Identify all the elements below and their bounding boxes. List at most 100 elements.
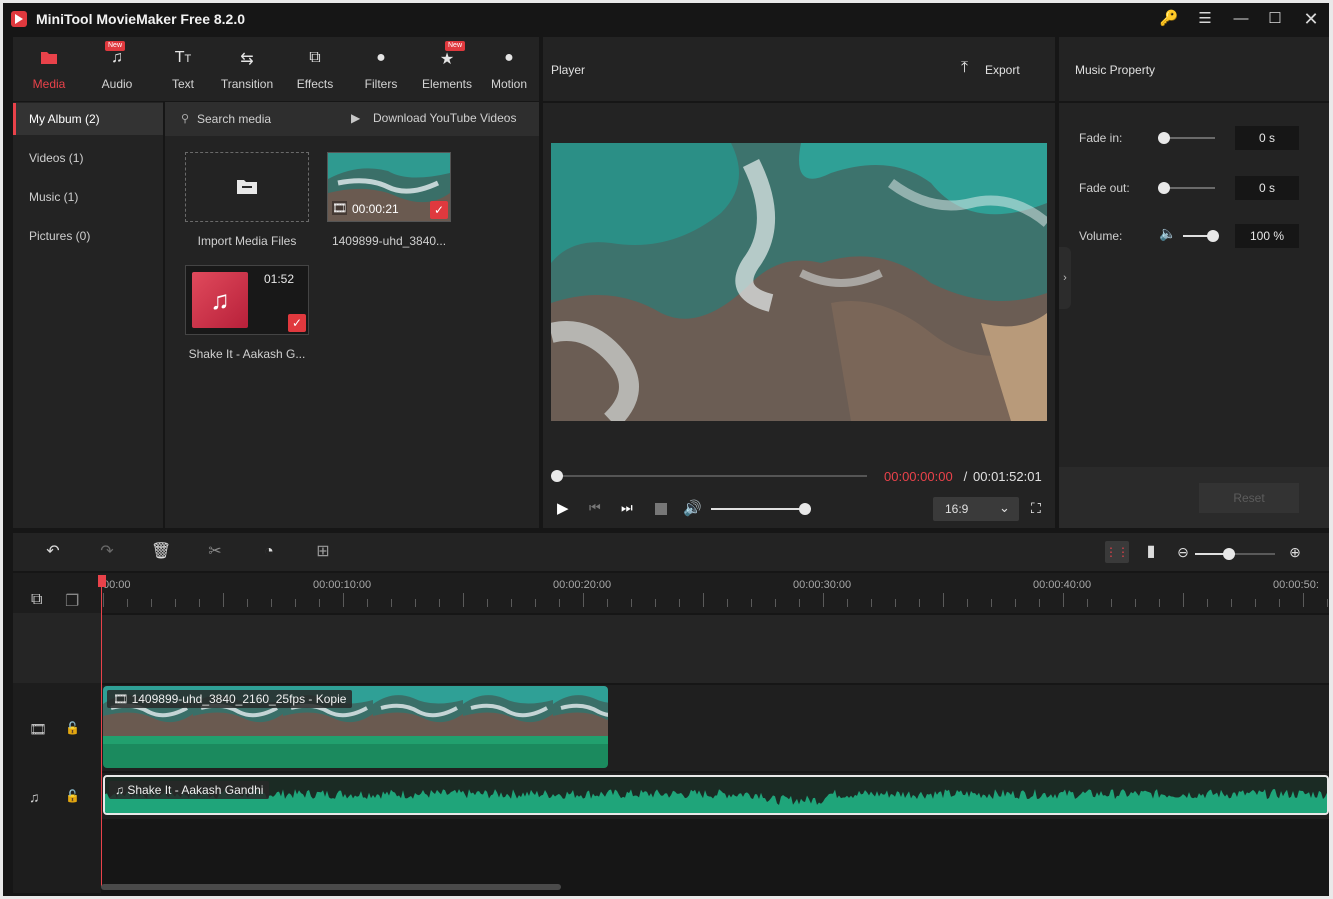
ruler-tick <box>1087 599 1088 607</box>
minimize-button[interactable]: — <box>1227 7 1255 31</box>
reset-button[interactable]: Reset <box>1199 483 1299 513</box>
music-property-panel: Music Property › Fade in: 0 s Fade out: … <box>1059 37 1329 528</box>
music-note-icon: ♫ <box>29 789 40 805</box>
tab-media[interactable]: Media <box>17 37 81 101</box>
zoom-track[interactable] <box>1235 553 1275 555</box>
close-button[interactable]: ✕ <box>1297 7 1325 31</box>
volume-icon[interactable]: 🔊 <box>683 499 702 517</box>
sidebar-item-my-album[interactable]: My Album (2) <box>13 103 163 135</box>
ruler-tick <box>799 599 800 607</box>
zoom-in-icon[interactable]: ⊕ <box>1285 542 1305 562</box>
youtube-icon: ▶ <box>351 111 361 125</box>
tab-audio-label: Audio <box>101 77 133 91</box>
collapse-panel-handle[interactable]: › <box>1059 247 1071 309</box>
sidebar-item-pictures[interactable]: Pictures (0) <box>13 220 163 252</box>
playback-progress-knob[interactable] <box>551 470 563 482</box>
ruler-tick <box>991 599 992 607</box>
undo-icon[interactable]: ↶ <box>43 542 63 562</box>
export-button[interactable]: Export <box>985 63 1020 77</box>
maximize-button[interactable]: ☐ <box>1261 7 1289 31</box>
fade-in-knob[interactable] <box>1158 132 1170 144</box>
selected-check-icon[interactable]: ✓ <box>430 201 448 219</box>
fullscreen-icon[interactable]: ⛶ <box>1031 500 1041 517</box>
redo-icon[interactable]: ↷ <box>97 542 117 562</box>
download-youtube-button[interactable]: Download YouTube Videos <box>373 111 516 125</box>
fade-out-track[interactable] <box>1163 187 1215 189</box>
tab-elements-label: Elements <box>421 77 473 91</box>
ruler-label: 00:00:10:00 <box>313 579 372 591</box>
speed-icon[interactable]: ◔ <box>259 542 279 562</box>
audio-clip[interactable]: ♫ Shake It - Aakash Gandhi <box>103 775 1329 815</box>
fade-in-track[interactable] <box>1163 137 1215 139</box>
tab-elements[interactable]: New ★ Elements <box>415 37 479 101</box>
fade-out-knob[interactable] <box>1158 182 1170 194</box>
video-preview <box>551 143 1047 421</box>
video-clip[interactable]: 🎞 1409899-uhd_3840_2160_25fps - Kopie <box>103 686 608 768</box>
ruler-ticks <box>103 573 1329 613</box>
menu-icon[interactable]: ☰ <box>1191 7 1219 31</box>
window-title: MiniTool MovieMaker Free 8.2.0 <box>36 11 246 27</box>
ruler-tick <box>511 599 512 607</box>
app-logo-icon <box>11 11 27 27</box>
sidebar-item-music[interactable]: Music (1) <box>13 181 163 213</box>
horizontal-scrollbar[interactable] <box>101 884 561 890</box>
waveform-shape <box>105 789 1327 813</box>
ruler-tick <box>823 593 824 607</box>
playhead[interactable] <box>101 575 102 887</box>
crop-icon[interactable]: ⊞ <box>313 542 333 562</box>
tab-transition[interactable]: ⇆ Transition <box>215 37 279 101</box>
unlock-icon[interactable]: 🔓 <box>65 789 80 803</box>
sidebar-item-videos[interactable]: Videos (1) <box>13 142 163 174</box>
volume-knob[interactable] <box>799 503 811 515</box>
volume-property-knob[interactable] <box>1207 230 1219 242</box>
next-frame-button[interactable]: ⏭ <box>621 500 633 516</box>
tab-motion[interactable]: ● Motion <box>479 37 539 101</box>
selected-check-icon[interactable]: ✓ <box>288 314 306 332</box>
video-thumbnail[interactable]: 🎞 00:00:21 ✓ <box>327 152 451 222</box>
tab-filters[interactable]: ● Filters <box>349 37 413 101</box>
split-icon[interactable]: ✂ <box>205 542 225 562</box>
import-media-button[interactable] <box>185 152 309 222</box>
copy-track-icon[interactable]: ❐ <box>65 591 79 611</box>
playback-progress-track[interactable] <box>557 475 867 477</box>
zoom-out-icon[interactable]: ⊖ <box>1173 542 1193 562</box>
stop-button[interactable] <box>655 503 667 515</box>
ruler-label: 00:00:40:00 <box>1033 579 1092 591</box>
fit-timeline-icon[interactable]: ▮ <box>1141 542 1161 562</box>
playhead-handle[interactable] <box>98 575 106 587</box>
search-media-button[interactable]: Search media <box>197 112 271 126</box>
ruler-tick <box>655 599 656 607</box>
volume-track[interactable] <box>711 508 805 510</box>
add-track-icon[interactable]: ⧉ <box>31 591 42 609</box>
ruler-tick <box>247 599 248 607</box>
fade-out-label: Fade out: <box>1079 181 1130 195</box>
timeline-ruler[interactable]: 00:00 00:00:10:00 00:00:20:00 00:00:30:0… <box>13 573 1329 613</box>
previous-frame-button[interactable]: ⏮ <box>589 500 601 516</box>
tab-effects[interactable]: ⧉ Effects <box>283 37 347 101</box>
reset-footer: Reset <box>1059 467 1329 528</box>
volume-value[interactable]: 100 % <box>1235 224 1299 248</box>
ruler-tick <box>1159 599 1160 607</box>
audio-clip-label: ♫ Shake It - Aakash Gandhi <box>109 781 270 799</box>
unlock-icon[interactable]: 🔓 <box>65 721 80 735</box>
ruler-tick <box>775 599 776 607</box>
zoom-knob[interactable] <box>1223 548 1235 560</box>
aspect-ratio-select[interactable]: 16:9 ⌄ <box>933 497 1019 521</box>
media-library: ⚲ Search media ▶ Download YouTube Videos… <box>165 102 539 528</box>
video-clip-label: 🎞 1409899-uhd_3840_2160_25fps - Kopie <box>107 690 353 708</box>
player-panel: Player ⤒ Export 00:00:00:00 / 00:01:52:0… <box>543 37 1055 528</box>
key-icon[interactable]: 🔑 <box>1155 7 1183 31</box>
delete-icon[interactable]: 🗑 <box>151 542 171 562</box>
empty-track[interactable] <box>13 615 1329 683</box>
tab-media-label: Media <box>32 77 66 91</box>
tab-audio[interactable]: New ♫ Audio <box>85 37 149 101</box>
ruler-tick <box>1303 593 1304 607</box>
snap-toggle-icon[interactable]: ⋮⋮ <box>1105 541 1129 563</box>
fade-out-value[interactable]: 0 s <box>1235 176 1299 200</box>
ruler-tick <box>1231 599 1232 607</box>
audio-thumbnail[interactable]: ♫ 01:52 ✓ <box>185 265 309 335</box>
track-headers: ⧉ ❐ 🎞 🔓 ♫ 🔓 <box>13 573 101 893</box>
tab-text[interactable]: TT Text <box>151 37 215 101</box>
fade-in-value[interactable]: 0 s <box>1235 126 1299 150</box>
play-button[interactable]: ▶ <box>557 499 569 517</box>
